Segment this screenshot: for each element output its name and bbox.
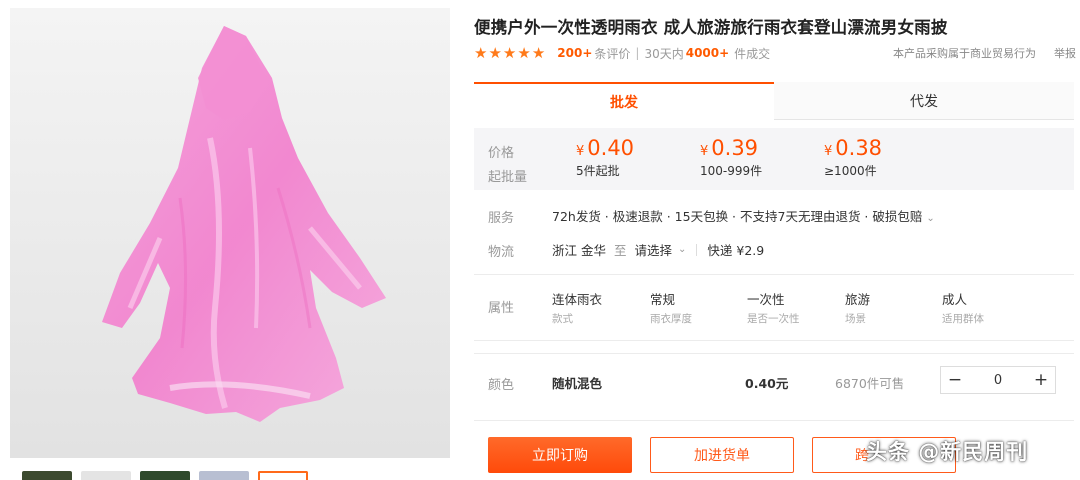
sold-count: 4000+ — [685, 46, 730, 60]
divider — [474, 340, 1074, 341]
rating-row: ★ ★ ★ ★ ★ 200+ 条评价 | 30天内 4000+ 件成交 本产品采… — [474, 44, 1076, 62]
star-icon: ★ — [488, 43, 502, 62]
price-label: 价格 — [488, 146, 515, 161]
service-info[interactable]: 72h发货 · 极速退款 · 15天包换 · 不支持7天无理由退货 · 破损包赔… — [552, 206, 935, 225]
review-suffix[interactable]: 条评价 — [594, 45, 630, 62]
attribute: 旅游 场景 — [845, 289, 935, 326]
sku-price: 0.40元 — [745, 376, 789, 391]
logistics-label: 物流 — [488, 245, 515, 260]
attribute-value: 连体雨衣 — [552, 292, 603, 307]
destination-select[interactable]: 请选择 — [635, 240, 673, 259]
price-box: 价格 起批量 ¥0.40 5件起批 ¥0.39 100-999件 ¥0.38 ≥… — [474, 128, 1074, 190]
product-title: 便携户外一次性透明雨衣 成人旅游旅行雨衣套登山漂流男女雨披 — [474, 18, 948, 37]
attribute-value: 成人 — [942, 292, 968, 307]
star-icon: ★ — [474, 43, 488, 62]
add-to-cart-button[interactable]: 加进货单 — [650, 437, 794, 473]
divider — [474, 353, 1074, 354]
divider — [474, 420, 1074, 421]
price-tier: ¥0.40 5件起批 — [576, 136, 634, 179]
tab-wholesale[interactable]: 批发 — [474, 82, 774, 120]
star-icon: ★ — [531, 43, 546, 62]
buy-now-button[interactable]: 立即订购 — [488, 437, 632, 473]
attribute-key: 款式 — [552, 313, 573, 325]
attribute-key: 雨衣厚度 — [650, 313, 692, 325]
period-prefix: 30天内 — [644, 46, 684, 61]
to-label: 至 — [613, 243, 627, 258]
attribute-key: 场景 — [845, 313, 866, 325]
attribute-key: 是否一次性 — [747, 313, 800, 325]
divider — [696, 243, 698, 256]
currency-symbol: ¥ — [576, 144, 585, 159]
chevron-down-icon[interactable]: ⌄ — [926, 213, 934, 224]
sku-option: 随机混色 — [552, 376, 603, 391]
purchase-tabs: 批发 代发 — [474, 82, 1074, 120]
service-text: 72h发货 · 极速退款 · 15天包换 · 不支持7天无理由退货 · 破损包赔 — [552, 209, 923, 224]
thumbnail-selected[interactable] — [258, 471, 308, 480]
thumbnail[interactable] — [22, 471, 72, 480]
attribute: 连体雨衣 款式 — [552, 289, 642, 326]
product-page: 便携户外一次性透明雨衣 成人旅游旅行雨衣套登山漂流男女雨披 ★ ★ ★ ★ ★ … — [0, 0, 1080, 480]
rating-right: 本产品采购属于商业贸易行为 举报 — [893, 45, 1076, 61]
attribute-key: 适用群体 — [942, 313, 984, 325]
sold-suffix: 件成交 — [734, 46, 771, 61]
watermark: 头条 @新民周刊 — [866, 440, 1029, 464]
separator: | — [635, 46, 640, 60]
attribute: 成人 适用群体 — [942, 289, 1032, 326]
thumbnail-strip — [22, 471, 322, 480]
thumbnail[interactable] — [199, 471, 249, 480]
attribute-value: 旅游 — [845, 292, 871, 307]
attribute: 一次性 是否一次性 — [747, 289, 837, 326]
quantity-stepper: − 0 + — [940, 366, 1056, 394]
tab-dropship[interactable]: 代发 — [774, 82, 1074, 120]
logistics-info: 浙江 金华 至 请选择 ⌄ 快递 ¥2.9 — [552, 240, 764, 259]
pink-raincoat-image — [10, 8, 450, 458]
thumbnail[interactable] — [140, 471, 190, 480]
tier-price: 0.38 — [835, 136, 883, 160]
trade-note: 本产品采购属于商业贸易行为 — [893, 47, 1036, 60]
currency-symbol: ¥ — [700, 144, 709, 159]
tier-qty: 5件起批 — [576, 164, 620, 178]
origin: 浙江 金华 — [552, 243, 606, 258]
review-count[interactable]: 200+ — [557, 46, 592, 60]
moq-label: 起批量 — [488, 170, 528, 185]
tier-price: 0.39 — [711, 136, 759, 160]
report-link[interactable]: 举报 — [1054, 45, 1076, 61]
increment-button[interactable]: + — [1027, 367, 1055, 393]
divider — [474, 274, 1074, 275]
chevron-down-icon[interactable]: ⌄ — [678, 244, 686, 255]
service-label: 服务 — [488, 211, 515, 226]
star-icon: ★ — [517, 43, 531, 62]
tier-qty: 100-999件 — [700, 164, 763, 178]
tier-price: 0.40 — [587, 136, 635, 160]
star-icon: ★ — [502, 43, 517, 62]
sku-stock: 6870件可售 — [835, 376, 905, 391]
attributes-label: 属性 — [488, 301, 515, 316]
attribute-value: 常规 — [650, 292, 676, 307]
rating-stars: ★ ★ ★ ★ ★ — [474, 43, 546, 62]
attribute-value: 一次性 — [747, 292, 785, 307]
color-label: 颜色 — [488, 378, 515, 393]
shipping-fee: 快递 ¥2.9 — [707, 243, 765, 258]
quantity-input[interactable]: 0 — [969, 373, 1027, 388]
thumbnail[interactable] — [81, 471, 131, 480]
attribute: 常规 雨衣厚度 — [650, 289, 740, 326]
decrement-button[interactable]: − — [941, 367, 969, 393]
tier-qty: ≥1000件 — [824, 164, 877, 178]
product-main-image[interactable] — [10, 8, 450, 458]
price-tier: ¥0.38 ≥1000件 — [824, 136, 882, 179]
price-tier: ¥0.39 100-999件 — [700, 136, 762, 179]
currency-symbol: ¥ — [824, 144, 833, 159]
